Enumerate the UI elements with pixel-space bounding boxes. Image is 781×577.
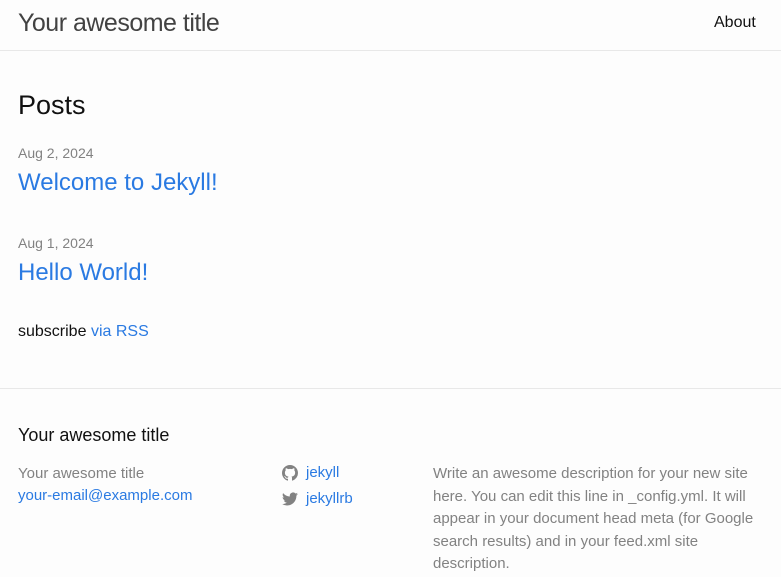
- site-footer: Your awesome title Your awesome title yo…: [0, 388, 781, 577]
- site-title-link[interactable]: Your awesome title: [18, 8, 220, 38]
- site-description: Write an awesome description for your ne…: [433, 465, 754, 572]
- post-title-link[interactable]: Welcome to Jekyll!: [18, 168, 218, 198]
- posts-heading: Posts: [18, 90, 86, 120]
- footer-heading: Your awesome title: [18, 425, 170, 445]
- post-date: Aug 2, 2024: [18, 145, 94, 161]
- rss-link[interactable]: via RSS: [91, 323, 149, 340]
- twitter-link[interactable]: jekyllrb: [306, 488, 353, 510]
- twitter-icon: [282, 491, 298, 507]
- social-item-twitter: jekyllrb: [282, 488, 353, 510]
- footer-email-link[interactable]: your-email@example.com: [18, 485, 192, 507]
- subscribe-label: subscribe: [18, 323, 87, 340]
- github-icon: [282, 465, 298, 481]
- rss-subscribe: subscribe via RSS: [18, 322, 149, 342]
- footer-contact-list: Your awesome title your-email@example.co…: [18, 463, 192, 507]
- social-item-github: jekyll: [282, 462, 353, 484]
- footer-social-list: jekyll jekyllrb: [282, 462, 353, 514]
- github-link[interactable]: jekyll: [306, 462, 339, 484]
- site-header: Your awesome title About: [0, 0, 781, 51]
- post-date: Aug 1, 2024: [18, 235, 94, 251]
- post-title-link[interactable]: Hello World!: [18, 258, 148, 288]
- footer-author-name: Your awesome title: [18, 465, 145, 482]
- nav-about-link[interactable]: About: [714, 13, 756, 33]
